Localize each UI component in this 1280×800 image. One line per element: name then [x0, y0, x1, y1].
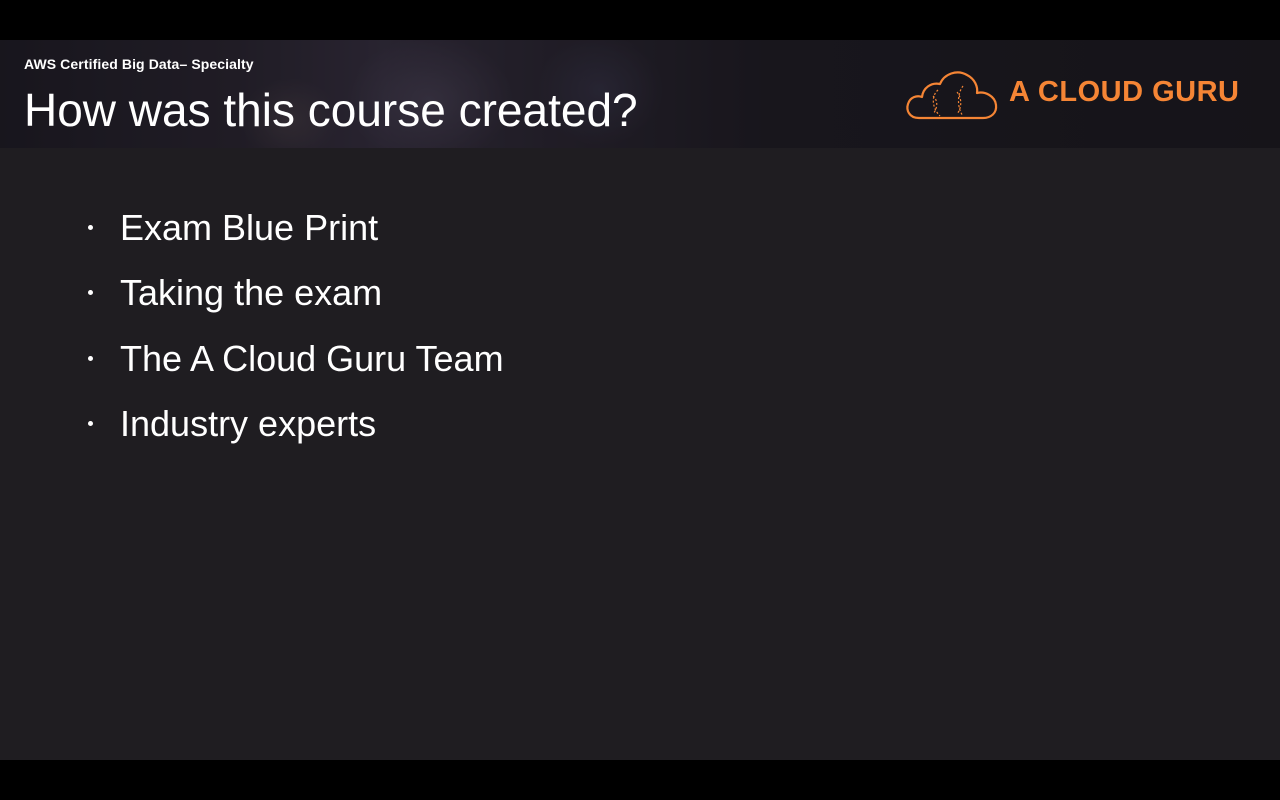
bullet-icon	[88, 355, 93, 361]
cloud-icon	[906, 71, 998, 120]
a-cloud-guru-logo: A CLOUD GURU	[905, 66, 1245, 122]
bullet-icon	[88, 225, 93, 230]
letterbox-top	[0, 0, 1280, 40]
logo-wordmark: A CLOUD GURU	[1009, 76, 1240, 108]
letterbox-bottom	[0, 760, 1280, 800]
slide: AWS Certified Big Data– Specialty How wa…	[0, 40, 1280, 760]
slide-header: AWS Certified Big Data– Specialty How wa…	[0, 40, 1280, 148]
bullet-icon	[88, 290, 93, 296]
bullet-text: Industry experts	[120, 402, 377, 444]
slide-title: How was this course created?	[24, 84, 638, 136]
bullet-text: Exam Blue Print	[120, 207, 379, 248]
bullet-text: The A Cloud Guru Team	[120, 337, 504, 379]
course-label: AWS Certified Big Data– Specialty	[24, 56, 254, 72]
bullet-icon	[88, 420, 93, 426]
bullet-text: Taking the exam	[120, 272, 383, 314]
